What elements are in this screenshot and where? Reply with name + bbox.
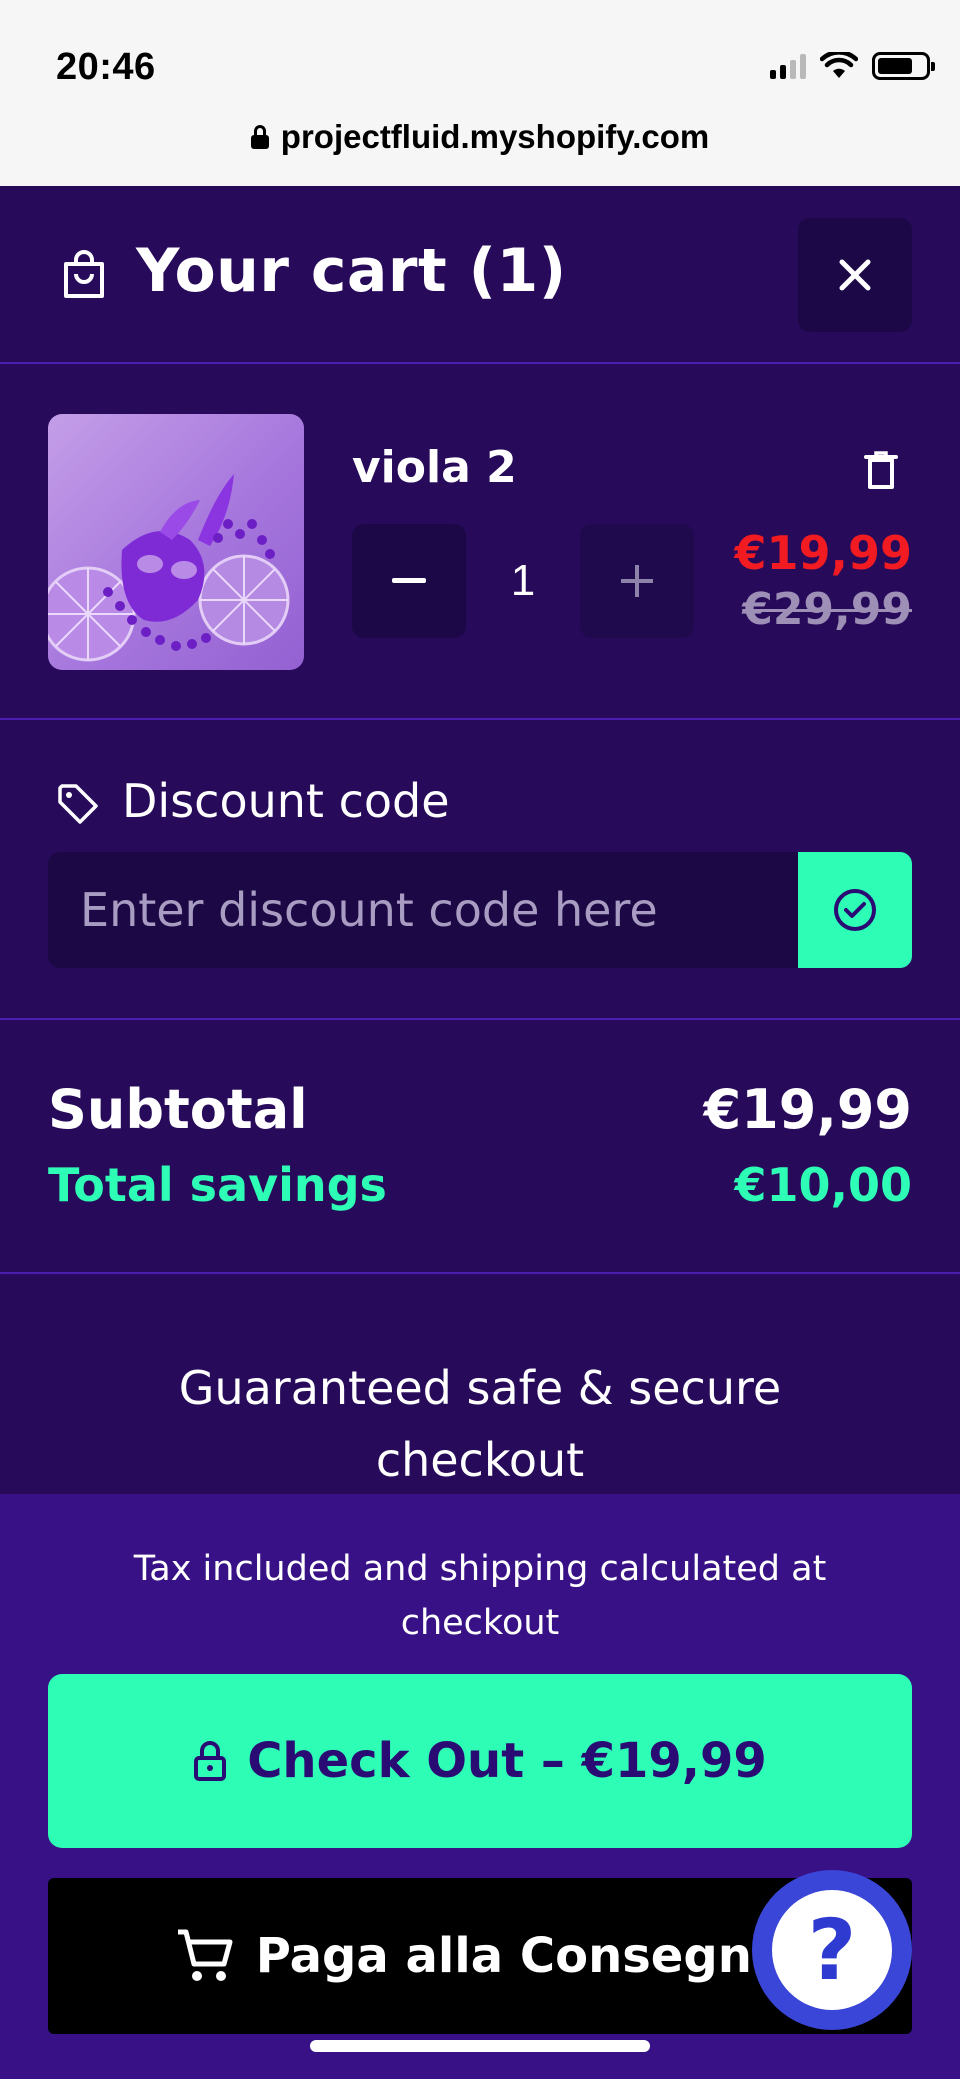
discount-code-input[interactable] <box>48 852 800 968</box>
subtotal-label: Subtotal <box>48 1078 308 1141</box>
help-chat-button[interactable]: ? <box>752 1870 912 2030</box>
status-icons <box>770 52 935 80</box>
shopping-cart-icon <box>177 1929 233 1981</box>
subtotal-value: €19,99 <box>703 1078 912 1141</box>
battery-icon <box>872 52 935 80</box>
trash-icon[interactable] <box>864 450 898 490</box>
guarantee-section: Guaranteed safe & secure checkout <box>0 1276 960 1494</box>
status-time: 20:46 <box>56 46 156 88</box>
totals-section: Subtotal €19,99 Total savings €10,00 <box>0 1022 960 1274</box>
product-image[interactable] <box>48 414 304 670</box>
minus-icon <box>392 578 426 583</box>
compare-at-price: €29,99 <box>742 584 912 635</box>
cart-title: Your cart (1) <box>136 236 567 306</box>
url-text: projectfluid.myshopify.com <box>280 118 710 155</box>
check-circle-icon <box>834 889 876 931</box>
wifi-icon <box>820 52 858 78</box>
guarantee-text: Guaranteed safe & secure checkout <box>178 1361 782 1487</box>
cart-header: Your cart (1) <box>0 186 960 364</box>
question-icon: ? <box>772 1890 892 2010</box>
discount-section: Discount code <box>0 722 960 1020</box>
address-bar[interactable]: projectfluid.myshopify.com <box>0 118 960 156</box>
sale-price: €19,99 <box>734 526 912 580</box>
increase-quantity-button[interactable] <box>580 524 694 638</box>
close-icon <box>839 259 871 291</box>
decrease-quantity-button[interactable] <box>352 524 466 638</box>
checkout-button[interactable]: Check Out – €19,99 <box>48 1674 912 1848</box>
status-bar: 20:46 projectfluid.myshopify.com <box>0 0 960 186</box>
item-name[interactable]: viola 2 <box>352 442 517 493</box>
apply-discount-button[interactable] <box>798 852 912 968</box>
product-image-art <box>48 474 290 662</box>
discount-label: Discount code <box>122 774 450 828</box>
cellular-signal-icon <box>770 53 806 79</box>
cart-item: viola 2 1 €19,99 €29,99 <box>0 366 960 720</box>
quantity-value[interactable]: 1 <box>466 524 580 638</box>
secure-lock-icon <box>250 125 269 149</box>
lock-icon <box>194 1741 227 1781</box>
savings-value: €10,00 <box>734 1158 912 1212</box>
tag-icon <box>58 784 98 824</box>
cod-label: Paga alla Consegna <box>255 1928 785 1984</box>
home-indicator[interactable] <box>310 2040 650 2052</box>
tax-note: Tax included and shipping calculated at … <box>133 1549 827 1643</box>
shopping-bag-icon <box>64 250 104 298</box>
savings-label: Total savings <box>48 1158 387 1212</box>
checkout-label: Check Out – €19,99 <box>247 1733 767 1789</box>
plus-icon <box>621 565 653 597</box>
close-cart-button[interactable] <box>798 218 912 332</box>
